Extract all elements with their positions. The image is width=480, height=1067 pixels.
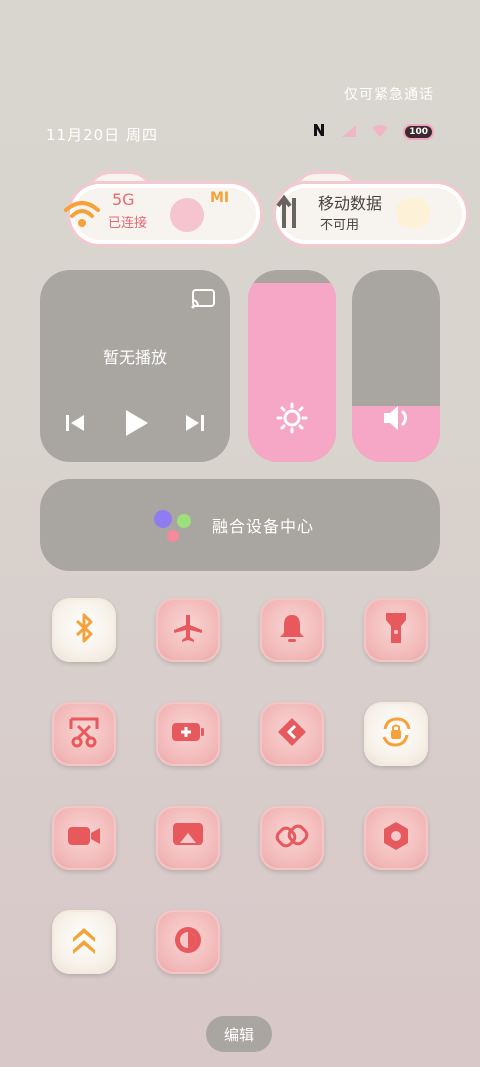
character-decoration	[396, 198, 430, 228]
date-text: 11月20日 周四	[46, 126, 158, 144]
sun-icon	[276, 402, 308, 438]
device-center-card[interactable]: 融合设备中心	[40, 479, 440, 571]
status-icons: 100	[311, 122, 434, 142]
device-center-icon	[152, 509, 192, 547]
rotate-lock-icon	[379, 715, 413, 753]
mobile-data-title: 移动数据	[318, 194, 383, 213]
chevrons-up-icon	[69, 924, 99, 960]
media-player-card[interactable]: 暂无播放	[40, 270, 230, 462]
wifi-ssid: 5G	[112, 190, 135, 209]
edit-button[interactable]: 编辑	[206, 1016, 272, 1052]
link-icon	[275, 819, 309, 857]
character-decoration	[170, 198, 204, 232]
rotation-lock-toggle[interactable]	[364, 702, 428, 766]
device-center-label: 融合设备中心	[212, 517, 315, 536]
mobile-data-status: 不可用	[320, 218, 360, 233]
video-camera-icon	[66, 824, 102, 852]
settings-toggle[interactable]	[364, 806, 428, 870]
battery-indicator: 100	[403, 124, 434, 140]
contrast-icon	[172, 924, 204, 960]
previous-icon[interactable]	[64, 412, 86, 438]
mobile-data-icon	[276, 194, 302, 236]
airplane-icon	[172, 612, 204, 648]
screencast-icon	[171, 821, 205, 855]
play-icon[interactable]	[122, 408, 150, 442]
wifi-tile[interactable]: 5G 已连接 MI	[60, 174, 270, 250]
performance-mode-toggle[interactable]	[52, 910, 116, 974]
wifi-status-icon	[371, 123, 389, 142]
nearby-share-toggle[interactable]	[260, 702, 324, 766]
screen-cast-toggle[interactable]	[156, 806, 220, 870]
screenshot-toggle[interactable]	[52, 702, 116, 766]
nfc-icon	[311, 122, 327, 142]
link-toggle[interactable]	[260, 806, 324, 870]
dark-mode-toggle[interactable]	[156, 910, 220, 974]
airplane-mode-toggle[interactable]	[156, 598, 220, 662]
next-icon[interactable]	[184, 412, 206, 438]
media-status-text: 暂无播放	[102, 348, 167, 367]
mobile-data-tile[interactable]: 移动数据 不可用	[266, 174, 476, 250]
wifi-icon	[62, 198, 102, 234]
wifi-status: 已连接	[108, 216, 148, 231]
bluetooth-icon	[71, 612, 97, 648]
ringer-toggle[interactable]	[260, 598, 324, 662]
volume-slider[interactable]	[352, 270, 440, 462]
battery-saver-toggle[interactable]	[156, 702, 220, 766]
bell-icon	[277, 612, 307, 648]
cast-icon[interactable]	[190, 288, 216, 314]
signal-icon	[341, 123, 357, 142]
share-arrow-icon	[276, 716, 308, 752]
screen-record-toggle[interactable]	[52, 806, 116, 870]
speaker-icon	[382, 404, 412, 436]
bluetooth-toggle[interactable]	[52, 598, 116, 662]
wifi-badge: MI	[210, 190, 230, 206]
flashlight-toggle[interactable]	[364, 598, 428, 662]
hexagon-settings-icon	[380, 820, 412, 856]
battery-plus-icon	[170, 720, 206, 748]
emergency-calls-only-text: 仅可紧急通话	[344, 87, 434, 103]
flashlight-icon	[384, 611, 408, 649]
scissors-icon	[68, 716, 100, 752]
brightness-slider[interactable]	[248, 270, 336, 462]
